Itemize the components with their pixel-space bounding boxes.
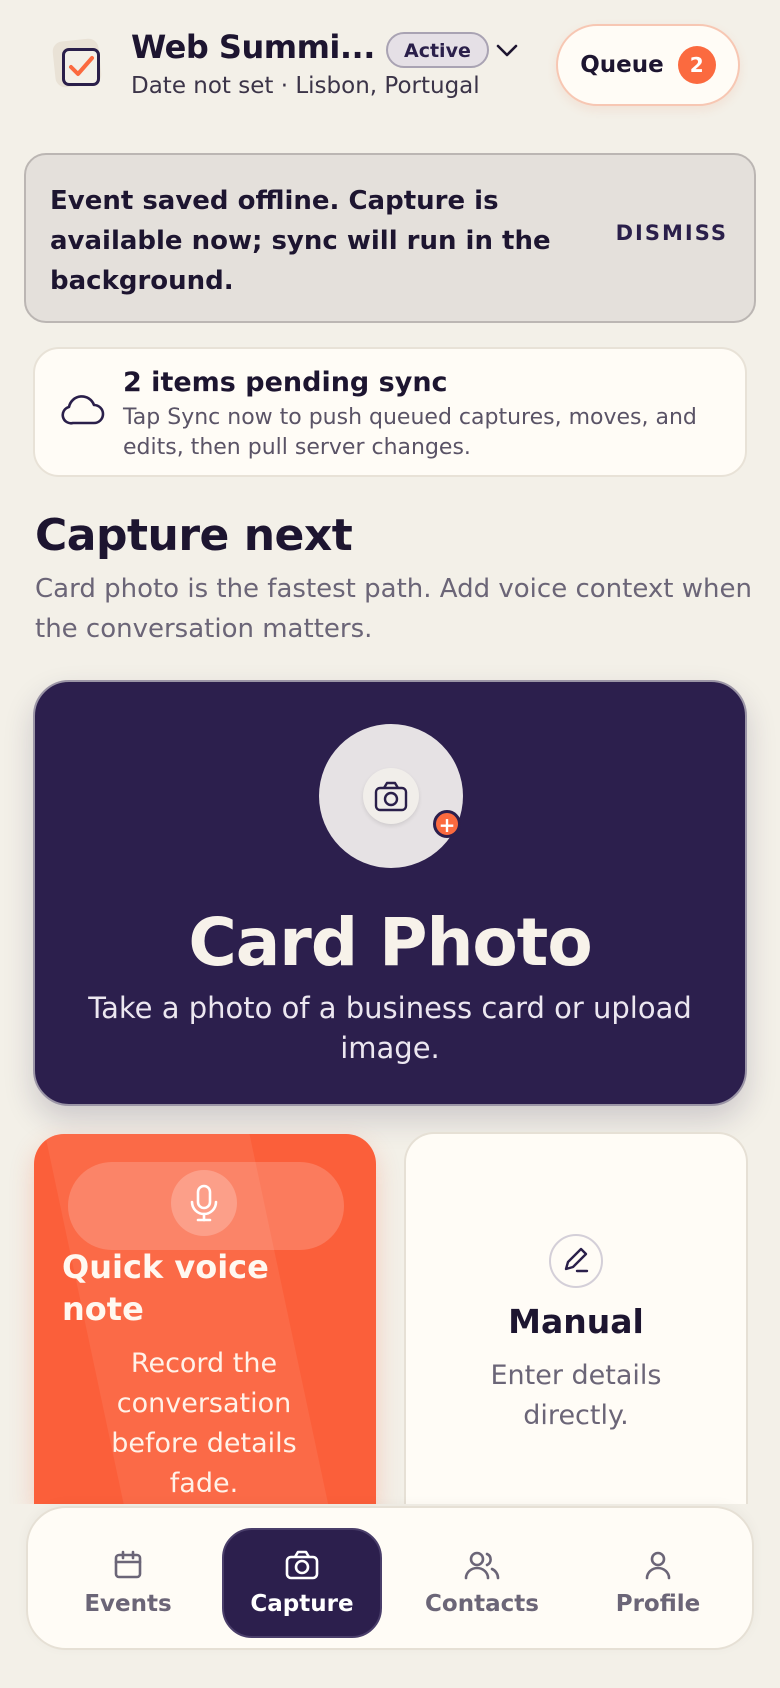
offline-banner: Event saved offline. Capture is availabl… <box>24 153 756 323</box>
event-checkbox-icon <box>51 37 108 94</box>
event-subtitle: Date not set · Lisbon, Portugal <box>131 73 480 99</box>
bottom-navigation: Events Capture Contacts Profile <box>26 1506 754 1650</box>
capture-heading: Capture next <box>35 510 353 561</box>
card-photo-button[interactable]: + Card Photo Take a photo of a business … <box>33 680 747 1106</box>
sync-description: Tap Sync now to push queued captures, mo… <box>123 405 697 460</box>
calendar-icon <box>112 1549 144 1585</box>
nav-capture-label: Capture <box>250 1591 354 1617</box>
manual-entry-button[interactable]: Manual Enter details directly. <box>404 1132 748 1504</box>
nav-events[interactable]: Events <box>48 1528 208 1638</box>
pen-icon <box>549 1234 603 1288</box>
queue-count-badge: 2 <box>677 46 716 84</box>
card-photo-description: Take a photo of a business card or uploa… <box>88 991 692 1065</box>
photo-icon-circle: + <box>319 724 463 868</box>
camera-icon <box>284 1549 320 1585</box>
voice-note-title: Quick voice note <box>62 1248 269 1328</box>
card-photo-title: Card Photo <box>188 904 592 981</box>
users-icon <box>463 1549 501 1585</box>
manual-description: Enter details directly. <box>490 1360 662 1431</box>
status-badge: Active <box>386 32 489 68</box>
queue-button[interactable]: Queue 2 <box>556 24 740 106</box>
cloud-icon <box>61 393 105 427</box>
user-icon <box>642 1549 674 1585</box>
nav-contacts[interactable]: Contacts <box>402 1528 562 1638</box>
nav-contacts-label: Contacts <box>425 1591 539 1617</box>
event-title[interactable]: Web Summi... <box>131 28 375 66</box>
queue-label: Queue <box>580 52 664 78</box>
chevron-down-icon[interactable] <box>492 36 522 66</box>
capture-subheading: Card photo is the fastest path. Add voic… <box>35 574 752 644</box>
camera-icon: + <box>363 768 461 838</box>
manual-title: Manual <box>508 1302 644 1341</box>
voice-note-button[interactable]: Quick voice note Record the conversation… <box>34 1134 376 1504</box>
nav-profile[interactable]: Profile <box>578 1528 738 1638</box>
sync-title: 2 items pending sync <box>123 367 448 398</box>
nav-profile-label: Profile <box>615 1591 701 1617</box>
dismiss-button[interactable]: DISMISS <box>616 221 728 245</box>
nav-capture[interactable]: Capture <box>222 1528 382 1638</box>
offline-message: Event saved offline. Capture is availabl… <box>50 186 551 296</box>
plus-icon: + <box>433 810 461 838</box>
sync-card[interactable]: 2 items pending sync Tap Sync now to pus… <box>33 347 747 477</box>
microphone-icon <box>171 1170 237 1236</box>
voice-note-description: Record the conversation before details f… <box>111 1348 297 1499</box>
nav-events-label: Events <box>84 1591 172 1617</box>
